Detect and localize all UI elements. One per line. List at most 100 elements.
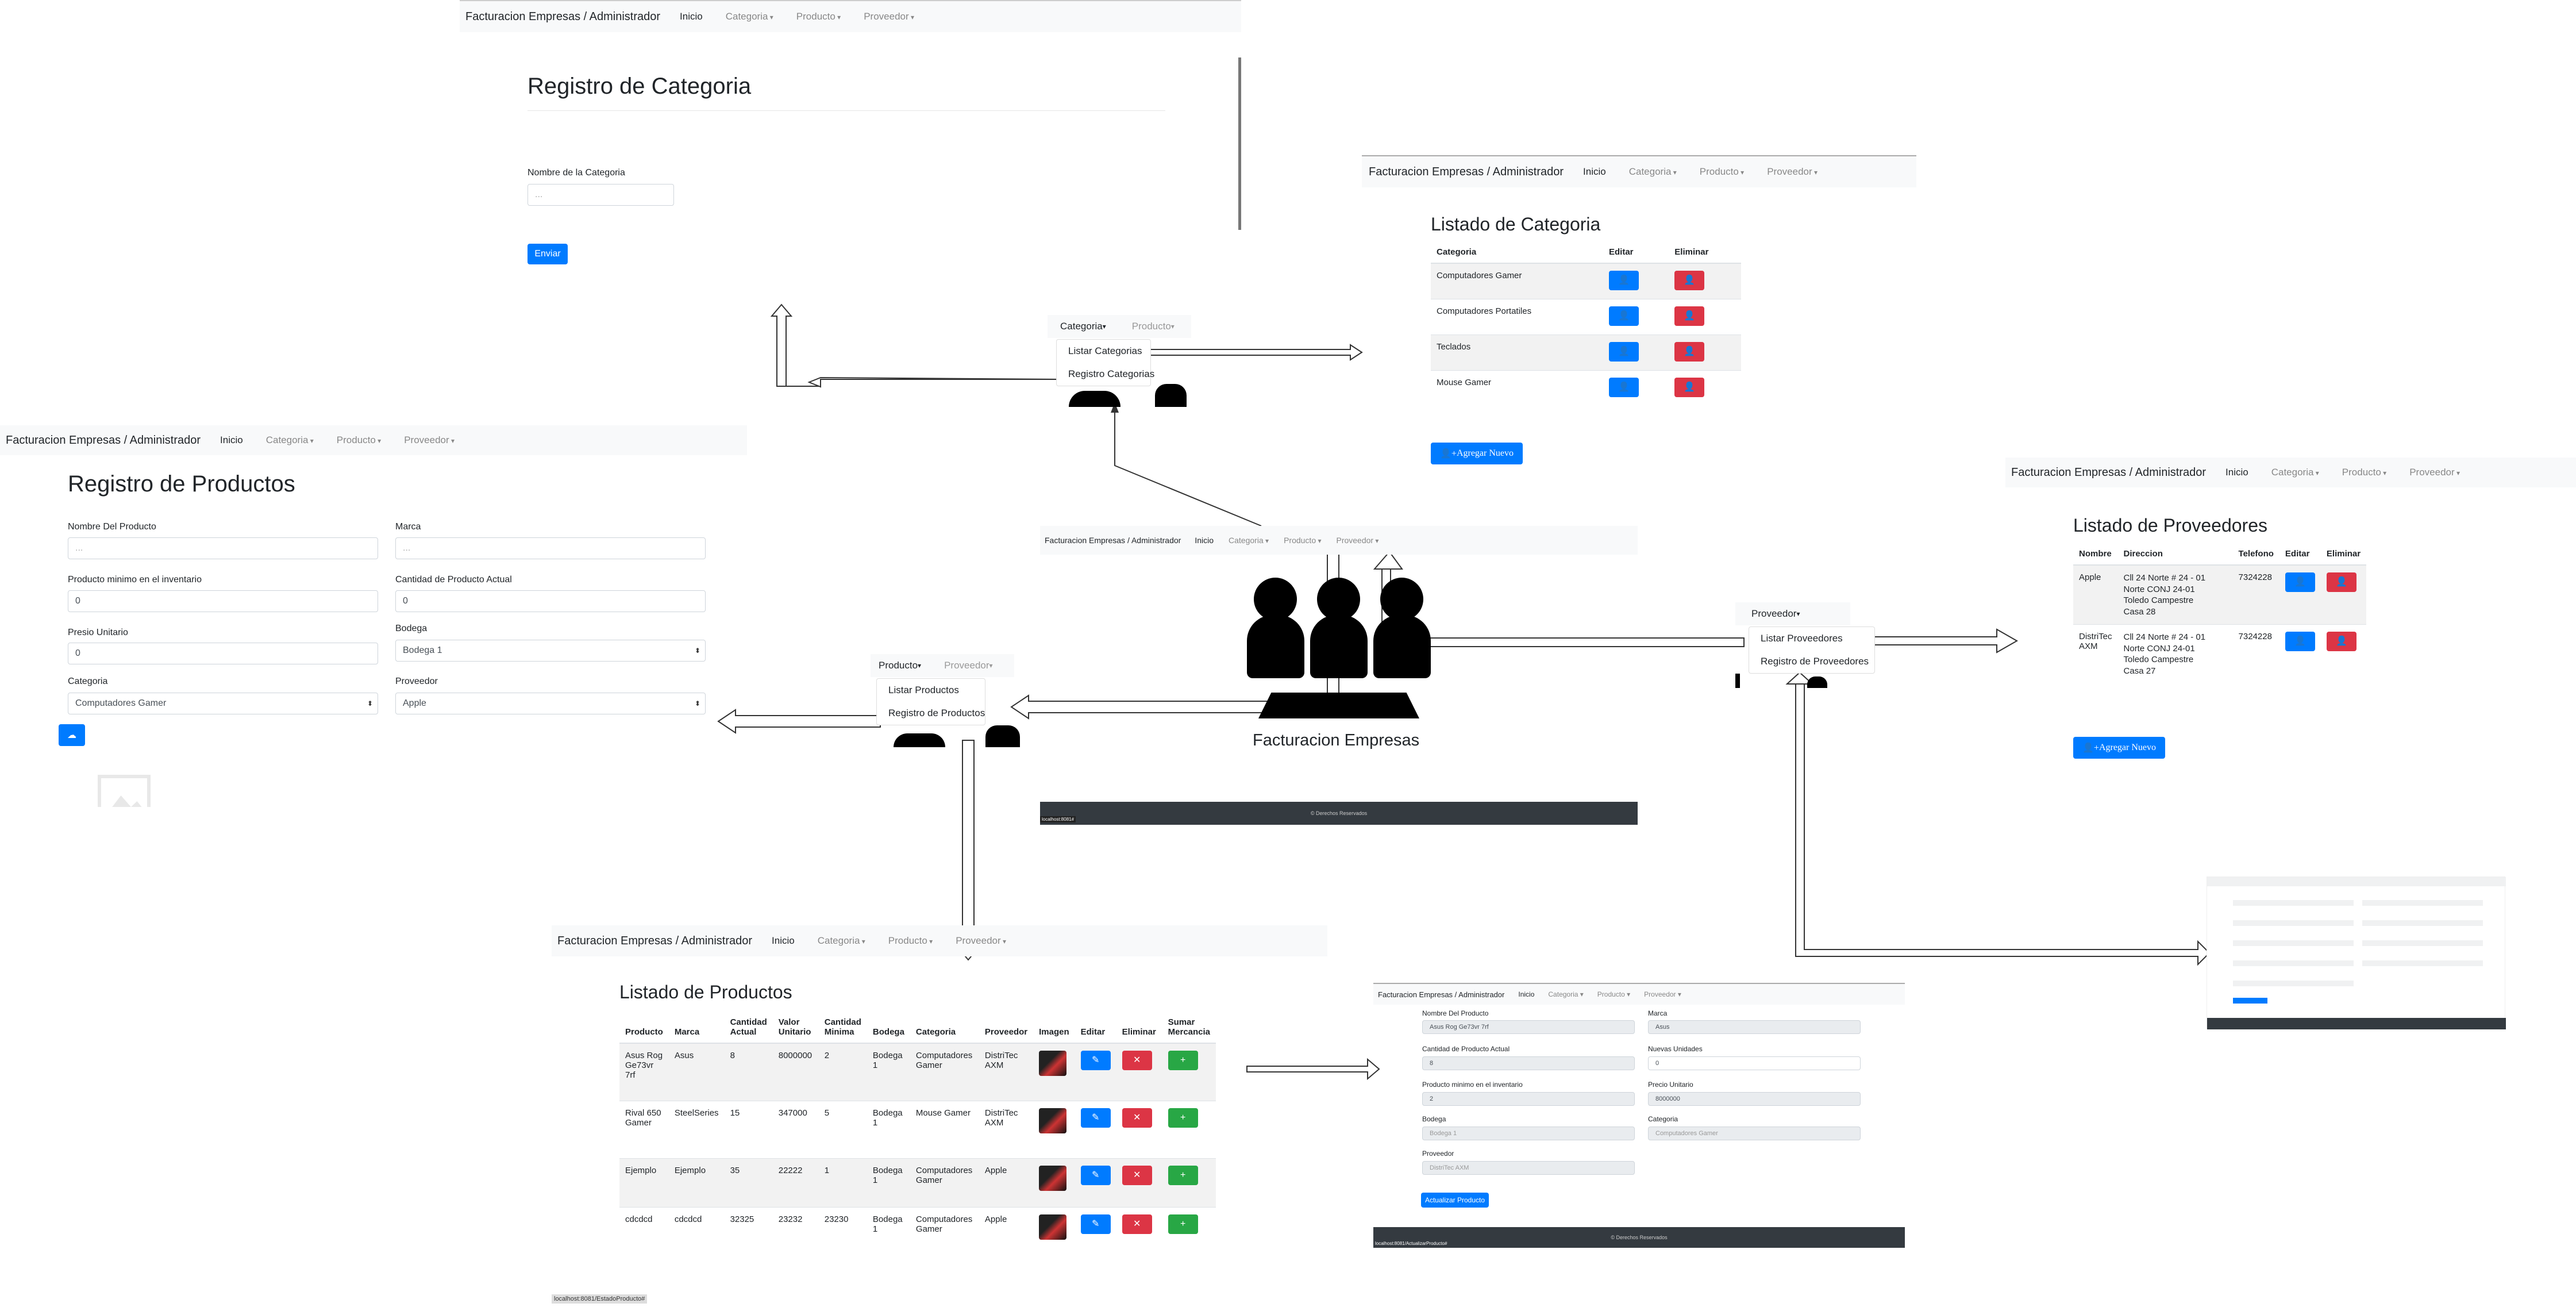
nav-proveedor[interactable]: Proveedor bbox=[864, 11, 914, 22]
marca-input[interactable]: ... bbox=[395, 537, 706, 559]
col-header: Bodega bbox=[867, 1012, 910, 1044]
nav-categoria[interactable]: Categoria bbox=[2271, 467, 2319, 478]
nav-producto[interactable]: Producto bbox=[1700, 166, 1744, 178]
nav-producto[interactable]: Producto bbox=[796, 11, 841, 22]
navbar-brand[interactable]: Facturacion Empresas / Administrador bbox=[1369, 166, 1564, 179]
nav-categoria[interactable]: Categoria bbox=[1548, 990, 1583, 998]
delete-user-icon[interactable]: 👤 bbox=[1674, 271, 1705, 290]
upload-button[interactable]: ☁ bbox=[59, 724, 85, 746]
navbar-brand[interactable]: Facturacion Empresas / Administrador bbox=[465, 10, 660, 24]
edit-nuevas-input[interactable]: 0 bbox=[1648, 1056, 1861, 1070]
nav-inicio[interactable]: Inicio bbox=[772, 935, 795, 947]
nav-proveedor[interactable]: Proveedor bbox=[404, 435, 455, 446]
tab-categoria[interactable]: Categoria bbox=[1060, 321, 1103, 332]
nav-inicio[interactable]: Inicio bbox=[220, 435, 243, 446]
delete-user-icon[interactable]: 👤 bbox=[2326, 572, 2356, 592]
nav-proveedor[interactable]: Proveedor bbox=[1336, 536, 1379, 545]
categoria-name-input[interactable]: ... bbox=[527, 184, 674, 206]
edit-nombre-input[interactable]: Asus Rog Ge73vr 7rf bbox=[1422, 1020, 1635, 1034]
edit-user-icon[interactable]: 👤 bbox=[2285, 632, 2315, 651]
edit-icon[interactable]: ✎ bbox=[1080, 1108, 1111, 1128]
nav-proveedor[interactable]: Proveedor bbox=[2409, 467, 2460, 478]
navbar-brand[interactable]: Facturacion Empresas / Administrador bbox=[1378, 990, 1504, 999]
edit-precio-input[interactable]: 8000000 bbox=[1648, 1092, 1861, 1106]
nav-proveedor[interactable]: Proveedor bbox=[956, 935, 1006, 947]
menu-item-registro-productos[interactable]: Registro de Productos bbox=[877, 702, 985, 725]
nav-producto[interactable]: Producto bbox=[1597, 990, 1630, 998]
delete-user-icon[interactable]: 👤 bbox=[1674, 341, 1705, 362]
bodega-select[interactable]: Bodega 1 bbox=[395, 640, 706, 662]
edit-user-icon[interactable]: 👤 bbox=[2285, 572, 2315, 592]
edit-user-icon[interactable]: 👤 bbox=[1609, 271, 1639, 290]
edit-icon[interactable]: ✎ bbox=[1080, 1214, 1111, 1234]
nav-inicio[interactable]: Inicio bbox=[1195, 536, 1214, 545]
tab-proveedor[interactable]: Proveedor bbox=[944, 660, 989, 671]
nombre-input[interactable]: ... bbox=[68, 537, 378, 559]
nav-proveedor[interactable]: Proveedor bbox=[1644, 990, 1681, 998]
status-url: localhost:8081/ActualizarProducto# bbox=[1375, 1241, 1447, 1246]
edit-cantidad-input[interactable]: 8 bbox=[1422, 1056, 1635, 1070]
delete-icon[interactable]: ✕ bbox=[1122, 1165, 1152, 1185]
edit-user-icon[interactable]: 👤 bbox=[1609, 306, 1639, 326]
nav-proveedor[interactable]: Proveedor bbox=[1767, 166, 1818, 178]
nav-categoria[interactable]: Categoria bbox=[1629, 166, 1677, 178]
add-stock-icon[interactable]: + bbox=[1168, 1165, 1198, 1185]
tab-producto[interactable]: Producto bbox=[879, 660, 918, 671]
delete-user-icon[interactable]: 👤 bbox=[1674, 306, 1705, 326]
delete-icon[interactable]: ✕ bbox=[1122, 1214, 1152, 1234]
navbar-brand[interactable]: Facturacion Empresas / Administrador bbox=[1045, 536, 1181, 545]
actualizar-producto-button[interactable]: Actualizar Producto bbox=[1421, 1193, 1489, 1208]
nav-inicio[interactable]: Inicio bbox=[1583, 166, 1606, 178]
navbar-brand[interactable]: Facturacion Empresas / Administrador bbox=[6, 434, 201, 447]
nav-categoria[interactable]: Categoria bbox=[1229, 536, 1269, 545]
navbar-brand[interactable]: Facturacion Empresas / Administrador bbox=[2011, 466, 2206, 479]
nav-categoria[interactable]: Categoria bbox=[726, 11, 773, 22]
categoria-name: Mouse Gamer bbox=[1431, 370, 1603, 406]
edit-icon[interactable]: ✎ bbox=[1080, 1051, 1111, 1070]
nav-inicio[interactable]: Inicio bbox=[2225, 467, 2248, 478]
menu-item-listar-categorias[interactable]: Listar Categorias bbox=[1057, 340, 1150, 363]
delete-icon[interactable]: ✕ bbox=[1122, 1108, 1152, 1128]
edit-user-icon[interactable]: 👤 bbox=[1609, 341, 1639, 362]
add-stock-icon[interactable]: + bbox=[1168, 1108, 1198, 1128]
edit-icon[interactable]: ✎ bbox=[1080, 1165, 1111, 1185]
cantidad-input[interactable]: 0 bbox=[395, 590, 706, 612]
enviar-button[interactable]: Enviar bbox=[527, 244, 568, 264]
navbar-brand[interactable]: Facturacion Empresas / Administrador bbox=[557, 935, 752, 948]
tab-proveedor[interactable]: Proveedor bbox=[1751, 608, 1796, 620]
proveedor-select[interactable]: Apple bbox=[395, 693, 706, 714]
col-header: Valor Unitario bbox=[772, 1012, 819, 1044]
nav-producto[interactable]: Producto bbox=[2342, 467, 2386, 478]
categoria-select[interactable]: Computadores Gamer bbox=[68, 693, 378, 714]
add-stock-icon[interactable]: + bbox=[1168, 1051, 1198, 1070]
nav-producto[interactable]: Producto bbox=[1284, 536, 1321, 545]
edit-minimo-input[interactable]: 2 bbox=[1422, 1092, 1635, 1106]
delete-user-icon[interactable]: 👤 bbox=[2326, 632, 2356, 651]
delete-user-icon[interactable]: 👤 bbox=[1674, 377, 1705, 397]
nav-categoria[interactable]: Categoria bbox=[818, 935, 865, 947]
nav-inicio[interactable]: Inicio bbox=[680, 11, 703, 22]
nav-inicio[interactable]: Inicio bbox=[1518, 990, 1534, 998]
nav-producto[interactable]: Producto bbox=[888, 935, 933, 947]
agregar-nuevo-categoria-button[interactable]: 👤+ Agregar Nuevo bbox=[1431, 443, 1523, 464]
delete-icon[interactable]: ✕ bbox=[1122, 1051, 1152, 1070]
menu-item-listar-proveedores[interactable]: Listar Proveedores bbox=[1749, 627, 1874, 650]
proveedor-nombre: DistriTec AXM bbox=[2073, 624, 2118, 683]
tab-producto[interactable]: Producto bbox=[1132, 321, 1171, 332]
menu-item-listar-productos[interactable]: Listar Productos bbox=[877, 679, 985, 702]
col-header: Eliminar bbox=[1116, 1012, 1162, 1044]
menu-item-registro-categorias[interactable]: Registro Categorias bbox=[1057, 363, 1154, 386]
precio-input[interactable]: 0 bbox=[68, 643, 378, 664]
agregar-nuevo-proveedor-button[interactable]: 👤+ Agregar Nuevo bbox=[2073, 737, 2165, 759]
scrollbar[interactable] bbox=[1238, 57, 1241, 230]
edit-categoria-select[interactable]: Computadores Gamer bbox=[1648, 1127, 1861, 1140]
nav-categoria[interactable]: Categoria bbox=[266, 435, 314, 446]
edit-user-icon[interactable]: 👤 bbox=[1609, 377, 1639, 397]
add-stock-icon[interactable]: + bbox=[1168, 1214, 1198, 1234]
edit-bodega-select[interactable]: Bodega 1 bbox=[1422, 1127, 1635, 1140]
menu-item-registro-proveedores[interactable]: Registro de Proveedores bbox=[1749, 650, 1874, 673]
nav-producto[interactable]: Producto bbox=[337, 435, 381, 446]
minimo-input[interactable]: 0 bbox=[68, 590, 378, 612]
edit-proveedor-select[interactable]: DistriTec AXM bbox=[1422, 1161, 1635, 1175]
edit-marca-input[interactable]: Asus bbox=[1648, 1020, 1861, 1034]
